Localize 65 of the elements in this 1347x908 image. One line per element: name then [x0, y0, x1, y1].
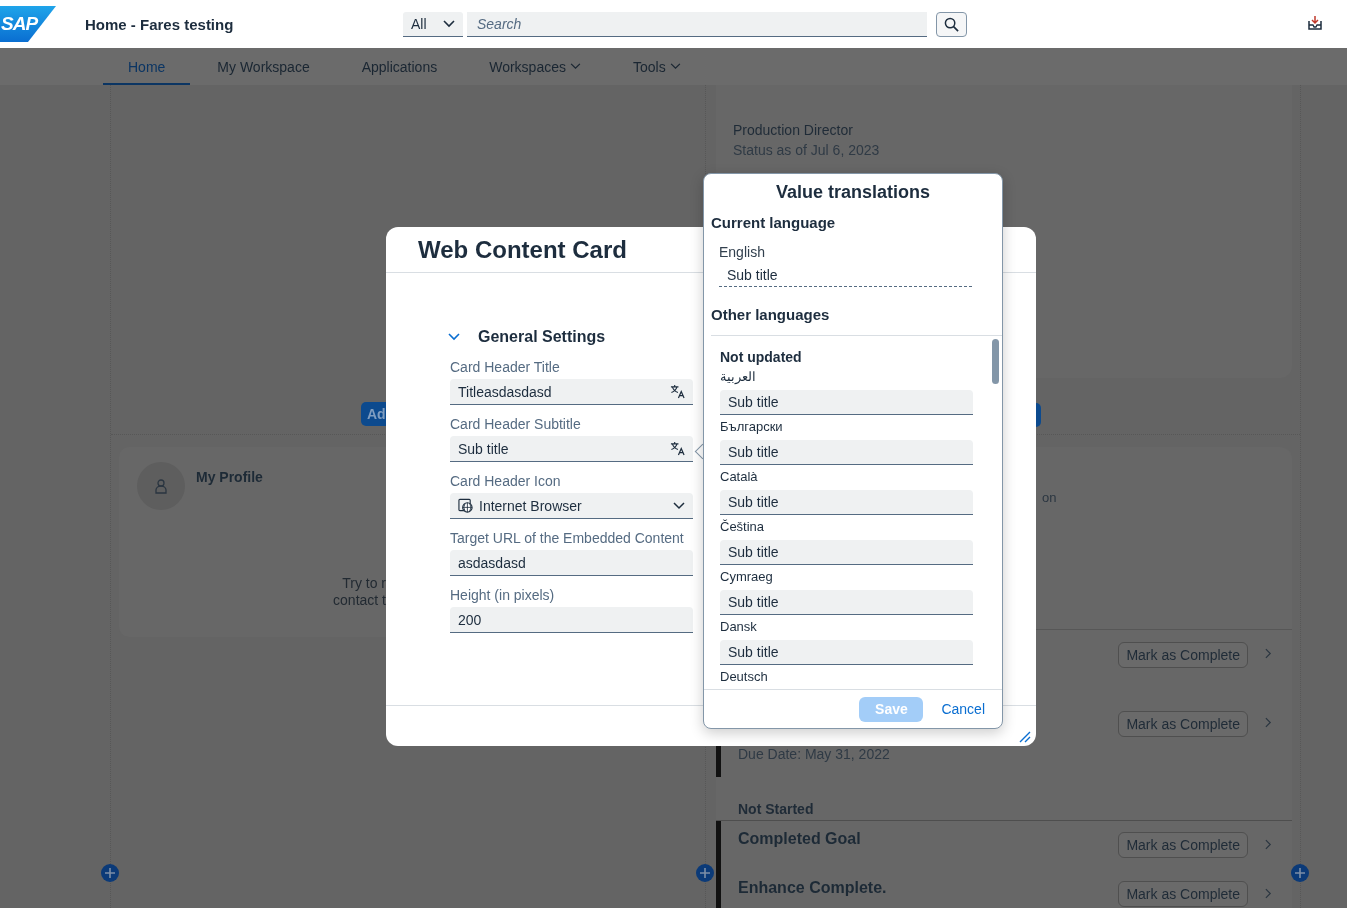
- status-text: Status as of Jul 6, 2023: [733, 142, 881, 158]
- goal-title: Completed Goal: [738, 830, 862, 848]
- resize-handle-icon[interactable]: [1019, 731, 1031, 743]
- input-field[interactable]: Sub title: [720, 490, 973, 515]
- language-label: Deutsch: [720, 669, 769, 685]
- page-title: Home - Fares testing: [85, 15, 235, 33]
- language-label: Български: [720, 419, 784, 435]
- language-label: English: [719, 244, 766, 260]
- goal-title: Enhance Complete.: [738, 879, 888, 897]
- language-label: Cymraeg: [720, 569, 774, 585]
- message-text: contact t: [333, 592, 386, 609]
- cancel-button[interactable]: Cancel: [933, 701, 985, 717]
- popover-title: Value translations: [774, 182, 932, 203]
- translate-icon[interactable]: [670, 384, 685, 399]
- globe-icon: [458, 498, 473, 513]
- tray-icon[interactable]: [1307, 15, 1323, 31]
- input-field[interactable]: Sub title: [450, 436, 693, 462]
- add-icon[interactable]: [696, 864, 714, 882]
- icon-select[interactable]: Internet Browser: [450, 493, 693, 519]
- section-heading: Current language: [711, 214, 837, 231]
- input-field[interactable]: Sub title: [720, 640, 973, 665]
- language-label: Čeština: [720, 519, 766, 535]
- language-label: العربية: [720, 369, 757, 385]
- search-scope-select[interactable]: All: [403, 11, 463, 37]
- chevron-right-icon[interactable]: [1265, 839, 1272, 850]
- scrollbar-thumb[interactable]: [992, 339, 999, 384]
- caret-icon: [673, 501, 685, 510]
- section-heading: Other languages: [711, 306, 1002, 336]
- input-field[interactable]: 200: [450, 607, 693, 633]
- field-label: Card Header Subtitle: [450, 415, 582, 433]
- due-date-text: Due Date: May 31, 2022: [738, 746, 891, 762]
- add-icon[interactable]: [101, 864, 119, 882]
- field-label: Target URL of the Embedded Content: [450, 529, 685, 547]
- card-text: on: [1042, 490, 1057, 505]
- input-field[interactable]: Sub title: [720, 440, 973, 465]
- language-label: Dansk: [720, 619, 758, 635]
- section-title[interactable]: General Settings: [478, 328, 606, 346]
- card-title: My Profile: [196, 469, 264, 485]
- group-heading: Not updated: [720, 349, 803, 365]
- chevron-icon[interactable]: [448, 333, 460, 341]
- field-label: Card Header Icon: [450, 472, 562, 490]
- input-field[interactable]: asdasdasd: [450, 550, 693, 576]
- field-label: Card Header Title: [450, 358, 561, 376]
- chevron-right-icon[interactable]: [1265, 648, 1272, 659]
- search-field[interactable]: Search: [467, 11, 927, 37]
- caret-icon: [443, 19, 455, 28]
- chevron-right-icon[interactable]: [1265, 888, 1272, 899]
- group-label: Not Started: [738, 801, 814, 817]
- search-icon: [944, 16, 959, 32]
- role-text: Production Director: [733, 122, 854, 138]
- translate-icon[interactable]: [670, 441, 685, 456]
- message-text: Try to r: [342, 575, 386, 592]
- chevron-right-icon[interactable]: [1265, 717, 1272, 728]
- input-field[interactable]: Sub title: [720, 590, 973, 615]
- avatar-icon: [137, 462, 185, 510]
- input-field[interactable]: Titleasdasdasd: [450, 379, 693, 405]
- search-button[interactable]: [936, 11, 967, 37]
- field-label: Height (in pixels): [450, 586, 556, 604]
- input-field[interactable]: Sub title: [720, 540, 973, 565]
- sap-logo[interactable]: SAP: [0, 6, 56, 42]
- input-field[interactable]: Sub title: [720, 390, 973, 415]
- language-label: Català: [720, 469, 759, 485]
- dialog-title: Web Content Card: [418, 235, 627, 264]
- current-value-text: Sub title: [719, 267, 972, 287]
- add-icon[interactable]: [1291, 864, 1309, 882]
